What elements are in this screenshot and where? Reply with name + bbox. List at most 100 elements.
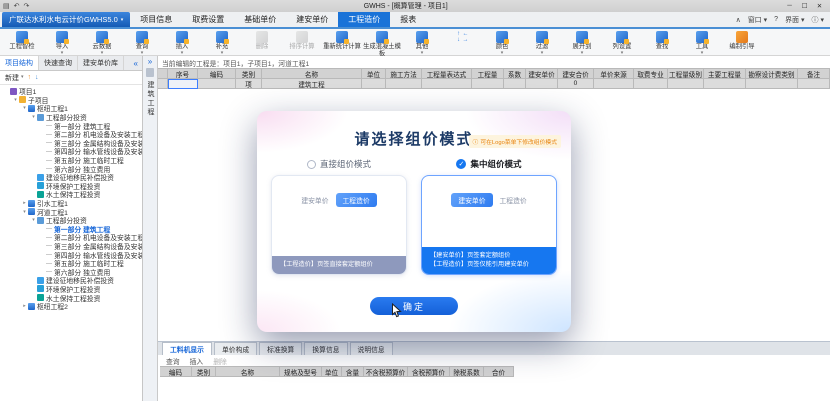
maximize-button[interactable]: ☐ bbox=[797, 2, 812, 10]
ribbon-tool-9[interactable]: 生成混凝土模板 bbox=[362, 30, 402, 57]
tree-expand-icon[interactable]: ▸ bbox=[21, 200, 28, 206]
menu-tab-2[interactable]: 基础单价 bbox=[234, 12, 286, 27]
ribbon-tool-12[interactable]: 颜色 ▾ bbox=[482, 30, 522, 56]
table-cell[interactable] bbox=[798, 79, 830, 89]
table-cell[interactable] bbox=[198, 79, 236, 89]
menu-tab-1[interactable]: 取费设置 bbox=[182, 12, 234, 27]
table-cell[interactable] bbox=[704, 79, 746, 89]
tree-expand-icon[interactable]: ▾ bbox=[21, 105, 28, 111]
table-cell[interactable] bbox=[526, 79, 558, 89]
table-cell[interactable] bbox=[386, 79, 422, 89]
column-header[interactable]: 主要工程量 bbox=[704, 68, 746, 79]
table-cell[interactable]: 项 bbox=[236, 79, 262, 89]
column-header[interactable]: 类别 bbox=[236, 68, 262, 79]
detail-tab-1[interactable]: 单价构成 bbox=[213, 342, 258, 355]
option-card[interactable]: 建安单价 工程造价 【建安单价】页签套定额组价 【工程造价】页签仅能引用建安单价 bbox=[421, 175, 557, 275]
menu-tab-4[interactable]: 工程造价 bbox=[338, 12, 391, 27]
tree-item[interactable]: 项目1 bbox=[0, 87, 142, 96]
tree-expand-icon[interactable]: ▾ bbox=[30, 114, 37, 120]
detail-tab-0[interactable]: 工料机显示 bbox=[162, 342, 212, 355]
about-icon[interactable]: ⓘ ▾ bbox=[812, 15, 824, 25]
column-header[interactable]: 勘察设计费类别 bbox=[746, 68, 798, 79]
collapse-ribbon-icon[interactable]: ∧ bbox=[736, 16, 741, 24]
table-cell[interactable] bbox=[168, 79, 198, 89]
help-icon[interactable]: ? bbox=[774, 16, 778, 23]
column-header[interactable]: 建安合价 bbox=[558, 68, 594, 79]
tree-item[interactable]: 水土保持工程投资 bbox=[0, 190, 142, 199]
ribbon-tool-8[interactable]: 重新统计计算 bbox=[322, 30, 362, 51]
ribbon-tool-1[interactable]: 导入 ▾ bbox=[42, 30, 82, 56]
expand-panel-icon[interactable]: » bbox=[148, 58, 152, 66]
column-header[interactable]: 工程量 bbox=[472, 68, 504, 79]
detail-column-header[interactable]: 名称 bbox=[216, 366, 280, 377]
detail-column-header[interactable]: 单位 bbox=[322, 366, 342, 377]
column-header[interactable]: 编码 bbox=[198, 68, 236, 79]
ribbon-tool-2[interactable]: 云数据 ▾ bbox=[82, 30, 122, 56]
column-header[interactable]: 单价来源 bbox=[594, 68, 634, 79]
menu-tab-0[interactable]: 项目信息 bbox=[130, 12, 182, 27]
column-header[interactable]: 工程量级别 bbox=[668, 68, 704, 79]
table-cell[interactable] bbox=[472, 79, 504, 89]
tree-expand-icon[interactable]: ▸ bbox=[21, 303, 28, 309]
column-header[interactable]: 名称 bbox=[262, 68, 362, 79]
table-cell[interactable] bbox=[634, 79, 668, 89]
new-button[interactable]: 新建 ▾ bbox=[5, 73, 24, 83]
window-menu[interactable]: 窗口 ▾ bbox=[748, 15, 767, 25]
detail-toolbar-button-1[interactable]: 插入 bbox=[190, 356, 204, 366]
table-cell[interactable] bbox=[746, 79, 798, 89]
detail-column-header[interactable]: 类别 bbox=[192, 366, 216, 377]
ribbon-tool-3[interactable]: 查询 ▾ bbox=[122, 30, 162, 56]
table-cell[interactable]: 建筑工程 bbox=[262, 79, 362, 89]
ribbon-tool-11[interactable]: ↑ ← ↓ → bbox=[442, 30, 482, 45]
confirm-button[interactable]: 确定 bbox=[370, 297, 458, 315]
column-header[interactable]: 建安单价 bbox=[526, 68, 558, 79]
detail-column-header[interactable]: 编码 bbox=[160, 366, 192, 377]
tree-expand-icon[interactable]: ▾ bbox=[12, 97, 19, 103]
detail-tab-3[interactable]: 换算信息 bbox=[304, 342, 348, 355]
table-cell[interactable] bbox=[422, 79, 472, 89]
ribbon-tool-14[interactable]: 展开到 ▾ bbox=[562, 30, 602, 56]
option-direct-pricing[interactable]: 直接组价模式 建安单价 工程造价 【工程造价】页签直接套定额组价 bbox=[271, 158, 407, 275]
ribbon-tool-10[interactable]: 其他 ▾ bbox=[402, 30, 442, 56]
option-card[interactable]: 建安单价 工程造价 【工程造价】页签直接套定额组价 bbox=[271, 175, 407, 275]
undo-icon[interactable]: ↶ bbox=[14, 2, 20, 10]
tree-item[interactable]: ▾ 子项目 bbox=[0, 96, 142, 105]
ribbon-tool-16[interactable]: 查找 bbox=[642, 30, 682, 51]
tree-expand-icon[interactable]: ▾ bbox=[30, 217, 37, 223]
detail-column-header[interactable]: 合价 bbox=[484, 366, 514, 377]
option-centralized-pricing[interactable]: ✓ 集中组价模式 建安单价 工程造价 【建安单价】页签套定额组价 【工程造价】页… bbox=[421, 158, 557, 275]
sidebar-tab-0[interactable]: 项目结构 bbox=[0, 56, 39, 70]
ribbon-tool-17[interactable]: 工具 ▾ bbox=[682, 30, 722, 56]
minimize-button[interactable]: ─ bbox=[782, 2, 797, 10]
detail-column-header[interactable]: 含量 bbox=[342, 366, 364, 377]
ribbon-tool-4[interactable]: 插入 ▾ bbox=[162, 30, 202, 56]
app-menu-button[interactable]: 广联达水利水电云计价GWHS5.0 ▾ bbox=[2, 12, 131, 27]
sidebar-tab-2[interactable]: 建安单价库 bbox=[78, 56, 124, 70]
table-cell[interactable] bbox=[504, 79, 526, 89]
menu-tab-3[interactable]: 建安单价 bbox=[286, 12, 338, 27]
detail-tab-2[interactable]: 标准换算 bbox=[259, 342, 303, 355]
interface-menu[interactable]: 界面 ▾ bbox=[785, 15, 804, 25]
detail-column-header[interactable]: 规格及型号 bbox=[280, 366, 322, 377]
ribbon-tool-0[interactable]: 工程智检 bbox=[2, 30, 42, 51]
detail-toolbar-button-0[interactable]: 查询 bbox=[166, 356, 180, 366]
table-cell[interactable]: 0 bbox=[558, 79, 594, 89]
column-header[interactable]: 施工方法 bbox=[386, 68, 422, 79]
detail-tab-4[interactable]: 说明信息 bbox=[349, 342, 393, 355]
column-header[interactable]: 取费专业 bbox=[634, 68, 668, 79]
arrow-glyph[interactable]: → bbox=[462, 37, 469, 43]
column-header[interactable]: 工程量表达式 bbox=[422, 68, 472, 79]
column-header[interactable]: 单位 bbox=[362, 68, 386, 79]
radio-unchecked-icon[interactable] bbox=[306, 159, 316, 169]
tree-expand-icon[interactable]: ▾ bbox=[21, 209, 28, 215]
save-icon[interactable]: ▤ bbox=[3, 2, 10, 10]
collapsed-panel-label[interactable]: 建筑工程 bbox=[145, 81, 155, 117]
sidebar-tab-1[interactable]: 快速查询 bbox=[39, 56, 78, 70]
table-cell[interactable] bbox=[594, 79, 634, 89]
detail-column-header[interactable]: 不含税预算价 bbox=[364, 366, 408, 377]
radio-checked-icon[interactable]: ✓ bbox=[456, 159, 467, 169]
column-header[interactable]: 备注 bbox=[798, 68, 830, 79]
ribbon-tool-5[interactable]: 补充 ▾ bbox=[202, 30, 242, 56]
tree-item[interactable]: ▸ 引水工程1 bbox=[0, 199, 142, 208]
table-cell[interactable] bbox=[668, 79, 704, 89]
